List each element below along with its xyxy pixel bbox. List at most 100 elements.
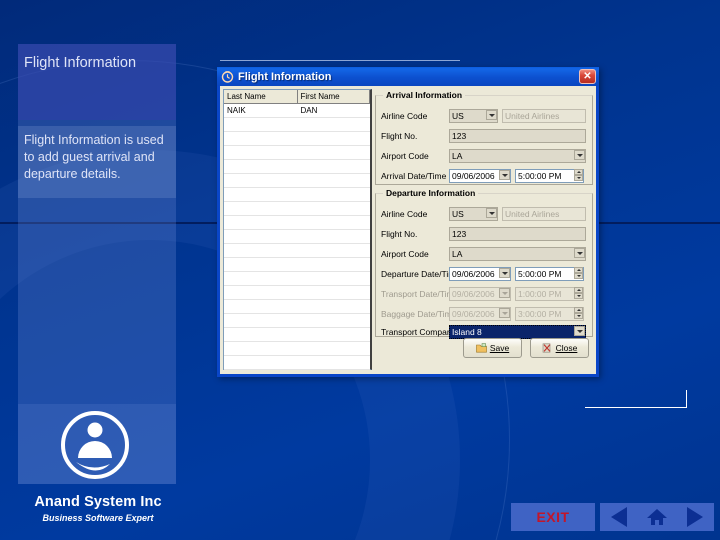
grid-empty-row[interactable] [224, 188, 370, 202]
departure-flight-no-row: Flight No. 123 [381, 226, 589, 241]
nav-next-button[interactable] [676, 503, 714, 531]
decorative-line-vertical [686, 390, 687, 408]
guest-list-grid[interactable]: Last Name First Name NAIK DAN [223, 89, 372, 370]
arrival-airport-code-row: Airport Code LA [381, 148, 589, 163]
table-row[interactable]: NAIK DAN [224, 104, 370, 118]
baggage-datetime-label: Baggage Date/Time [381, 308, 449, 319]
arrival-flight-no-label: Flight No. [381, 130, 418, 141]
departure-airline-code-combo[interactable]: US [449, 206, 498, 221]
close-icon[interactable]: ✕ [579, 69, 596, 84]
spinner-icon [574, 306, 583, 319]
arrival-airport-code-value: LA [449, 148, 586, 163]
company-name: Anand System Inc [34, 494, 162, 510]
transport-company-combo[interactable]: Island 8 [449, 324, 586, 339]
page-title: Flight Information [24, 55, 137, 71]
column-header-first-name[interactable]: First Name [298, 90, 370, 103]
grid-empty-row[interactable] [224, 314, 370, 328]
arrival-airport-code-combo[interactable]: LA [449, 148, 586, 163]
column-header-last-name[interactable]: Last Name [224, 90, 298, 103]
flight-details-panel: Arrival Information Airline Code US Unit… [375, 89, 593, 370]
arrival-datetime-row: Arrival Date/Time 09/06/2006 5:00:00 PM [381, 168, 589, 183]
save-button-label: Save [489, 343, 510, 353]
arrival-airline-code-label: Airline Code [381, 110, 428, 121]
departure-datetime-label: Departure Date/Time [381, 268, 449, 279]
cell-last-name: NAIK [227, 106, 246, 115]
transport-company-label: Transport Company [381, 326, 449, 337]
close-button-label: Close [555, 343, 578, 353]
arrival-group-legend: Arrival Information [383, 90, 466, 100]
grid-empty-row[interactable] [224, 146, 370, 160]
arrival-airport-code-label: Airport Code [381, 150, 429, 161]
grid-empty-row[interactable] [224, 132, 370, 146]
grid-empty-row[interactable] [224, 258, 370, 272]
departure-group-legend: Departure Information [383, 188, 479, 198]
slide-canvas: Flight Information Flight Information is… [0, 0, 720, 540]
arrival-time-spinner[interactable]: 5:00:00 PM [515, 168, 584, 183]
chevron-down-icon[interactable] [499, 169, 510, 180]
departure-time-spinner[interactable]: 5:00:00 PM [515, 266, 584, 281]
chevron-down-icon[interactable] [486, 109, 497, 120]
chevron-down-icon [499, 287, 510, 298]
exit-button[interactable]: EXIT [511, 503, 595, 531]
departure-airport-code-combo[interactable]: LA [449, 246, 586, 261]
arrival-airline-code-combo[interactable]: US [449, 108, 498, 123]
spinner-icon[interactable] [574, 266, 583, 279]
dialog-drop-highlight [220, 60, 460, 61]
dialog-title: Flight Information [238, 70, 332, 83]
baggage-date-picker: 09/06/2006 [449, 306, 511, 321]
dialog-client-area: Last Name First Name NAIK DAN Arrival In… [220, 86, 596, 374]
grid-empty-row[interactable] [224, 160, 370, 174]
company-tagline: Business Software Expert [42, 513, 154, 523]
save-button[interactable]: Save [463, 338, 522, 358]
chevron-down-icon[interactable] [499, 267, 510, 278]
chevron-down-icon[interactable] [574, 247, 585, 258]
transport-datetime-label: Transport Date/Time [381, 288, 449, 299]
grid-header-row: Last Name First Name [224, 90, 370, 104]
departure-airline-code-label: Airline Code [381, 208, 428, 219]
departure-airport-code-row: Airport Code LA [381, 246, 589, 261]
spinner-icon [574, 286, 583, 299]
grid-empty-row[interactable] [224, 342, 370, 356]
grid-empty-row[interactable] [224, 328, 370, 342]
close-button[interactable]: Close [530, 338, 589, 358]
grid-empty-row[interactable] [224, 216, 370, 230]
spinner-icon[interactable] [574, 168, 583, 181]
anand-system-logo-icon [61, 411, 129, 479]
transport-datetime-row: Transport Date/Time 09/06/2006 1:00:00 P… [381, 286, 589, 301]
grid-empty-row[interactable] [224, 174, 370, 188]
grid-empty-row[interactable] [224, 286, 370, 300]
departure-datetime-row: Departure Date/Time 09/06/2006 5:00:00 P… [381, 266, 589, 281]
grid-empty-row[interactable] [224, 244, 370, 258]
grid-empty-row[interactable] [224, 118, 370, 132]
transport-company-row: Transport Company Island 8 [381, 324, 589, 339]
grid-empty-row[interactable] [224, 300, 370, 314]
triangle-left-icon [611, 507, 627, 527]
decorative-line-horizontal [585, 407, 687, 408]
arrival-flight-no-row: Flight No. 123 [381, 128, 589, 143]
departure-flight-no-field[interactable]: 123 [449, 226, 586, 241]
nav-back-button[interactable] [600, 503, 638, 531]
triangle-right-icon [687, 507, 703, 527]
chevron-down-icon [499, 307, 510, 318]
cell-first-name: DAN [300, 106, 318, 115]
arrival-information-group: Arrival Information Airline Code US Unit… [375, 90, 593, 185]
departure-date-picker[interactable]: 09/06/2006 [449, 266, 511, 281]
dialog-titlebar[interactable]: Flight Information ✕ [217, 67, 599, 86]
grid-empty-row[interactable] [224, 272, 370, 286]
arrival-datetime-label: Arrival Date/Time [381, 170, 447, 181]
dialog-button-row: Save Close [375, 338, 593, 362]
slide-body-text: Flight Information is used to add guest … [24, 133, 164, 181]
grid-empty-row[interactable] [224, 230, 370, 244]
arrival-date-picker[interactable]: 09/06/2006 [449, 168, 511, 183]
departure-information-group: Departure Information Airline Code US Un… [375, 188, 593, 339]
transport-date-picker: 09/06/2006 [449, 286, 511, 301]
chevron-down-icon[interactable] [486, 207, 497, 218]
arrival-flight-no-field[interactable]: 123 [449, 128, 586, 143]
grid-empty-row[interactable] [224, 356, 370, 370]
grid-empty-rows [224, 118, 370, 370]
nav-home-button[interactable] [638, 503, 676, 531]
chevron-down-icon[interactable] [574, 325, 585, 336]
grid-empty-row[interactable] [224, 202, 370, 216]
chevron-down-icon[interactable] [574, 149, 585, 160]
arrival-airline-name-value: United Airlines [502, 108, 586, 123]
